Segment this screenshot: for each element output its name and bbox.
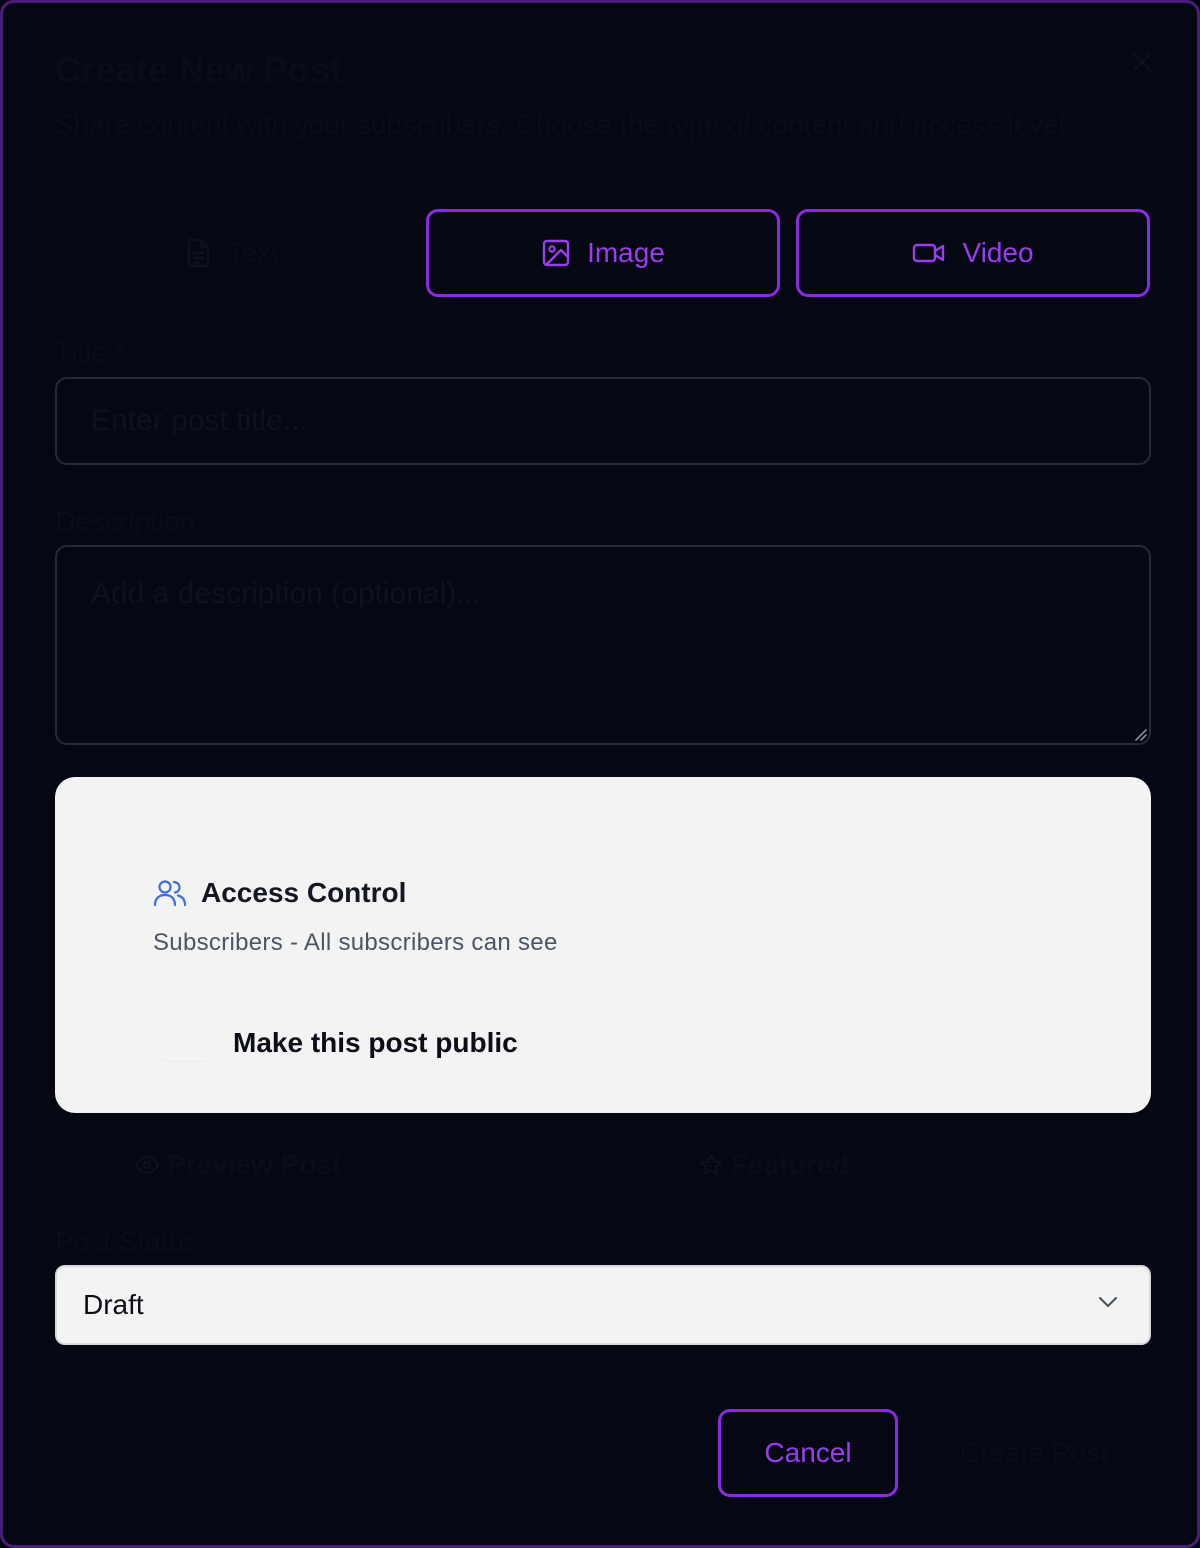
chevron-down-icon bbox=[1098, 1296, 1118, 1308]
access-control-title: Access Control bbox=[201, 877, 407, 908]
tab-text-label: Text bbox=[227, 237, 279, 268]
cancel-button[interactable]: Cancel bbox=[718, 1409, 898, 1497]
tab-image[interactable]: Image bbox=[426, 209, 780, 297]
featured-label: Featured bbox=[731, 1149, 850, 1180]
featured-toggle[interactable]: Featured bbox=[699, 1149, 849, 1181]
create-post-button[interactable]: Create Post bbox=[929, 1409, 1139, 1497]
star-icon bbox=[700, 1154, 722, 1175]
tab-video[interactable]: Video bbox=[796, 209, 1150, 297]
dialog-title: Create New Post bbox=[55, 49, 343, 90]
description-input[interactable] bbox=[55, 545, 1151, 745]
description-label: Description bbox=[55, 506, 196, 537]
tab-image-label: Image bbox=[587, 237, 665, 268]
public-toggle-label: Make this post public bbox=[233, 1027, 518, 1058]
preview-post-label: Preview Post bbox=[167, 1149, 342, 1180]
access-control-header: Access Control bbox=[153, 877, 406, 909]
preview-post-button[interactable]: Preview Post bbox=[135, 1149, 341, 1181]
post-status-label: Post Status bbox=[55, 1226, 199, 1257]
dialog-subtitle: Share content with your subscribers. Cho… bbox=[55, 109, 1073, 140]
close-button[interactable] bbox=[1127, 47, 1157, 77]
title-label: Title * bbox=[55, 337, 126, 368]
eye-icon bbox=[135, 1156, 159, 1174]
users-icon bbox=[153, 880, 187, 907]
tab-video-label: Video bbox=[962, 237, 1034, 268]
file-text-icon bbox=[188, 238, 210, 268]
public-toggle[interactable] bbox=[153, 1027, 217, 1061]
tab-text[interactable]: Text bbox=[55, 209, 409, 297]
close-icon bbox=[1132, 52, 1152, 72]
post-status-select[interactable]: Draft bbox=[55, 1265, 1151, 1345]
image-icon bbox=[542, 239, 570, 267]
content-type-tabs: Text Image Video bbox=[55, 209, 1151, 297]
access-control-card: Access Control Subscribers - All subscri… bbox=[55, 777, 1151, 1113]
access-level-description: Subscribers - All subscribers can see bbox=[153, 929, 558, 956]
create-post-dialog: Create New Post Share content with your … bbox=[0, 0, 1200, 1548]
post-status-value: Draft bbox=[83, 1289, 144, 1320]
video-icon bbox=[913, 243, 945, 263]
title-input[interactable] bbox=[55, 377, 1151, 465]
resize-grip-icon[interactable] bbox=[1133, 727, 1147, 741]
